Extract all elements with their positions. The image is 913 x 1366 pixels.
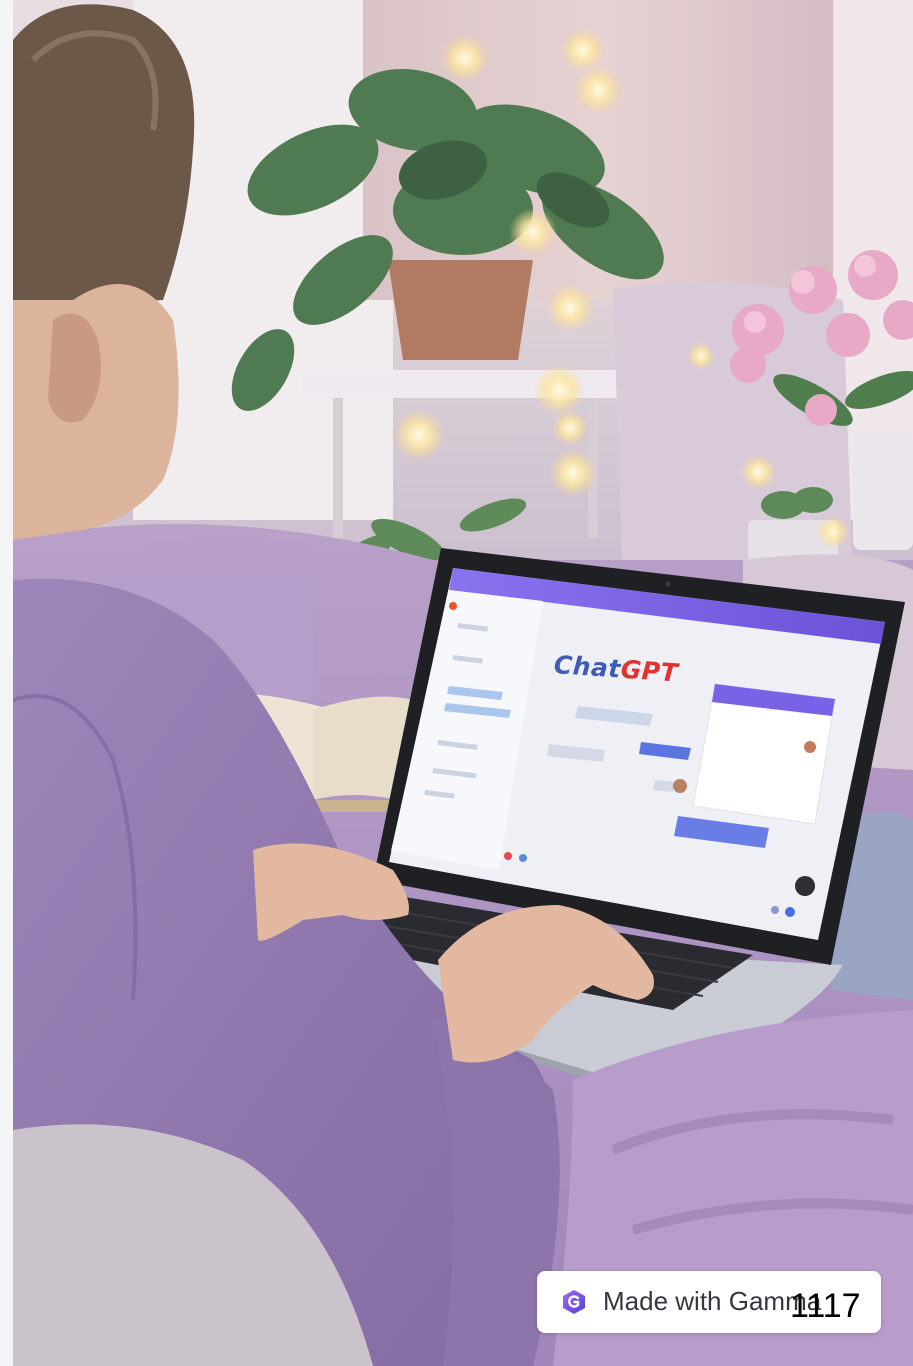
laptop-screen-content: ChatGPT (13, 0, 913, 1366)
left-edge-strip (0, 0, 14, 1366)
page-number: 1117 (790, 1287, 861, 1325)
photo-scene: ChatGPT (13, 0, 913, 1366)
slide-page: ChatGPT Made with Gamma 1117 (0, 0, 913, 1366)
logo-gpt-text: GPT (619, 654, 680, 688)
chatgpt-logo: ChatGPT (553, 650, 679, 688)
badge-label: Made with Gamma (603, 1286, 822, 1316)
gamma-logo-icon (563, 1290, 585, 1314)
logo-chat-text: Chat (552, 650, 622, 684)
